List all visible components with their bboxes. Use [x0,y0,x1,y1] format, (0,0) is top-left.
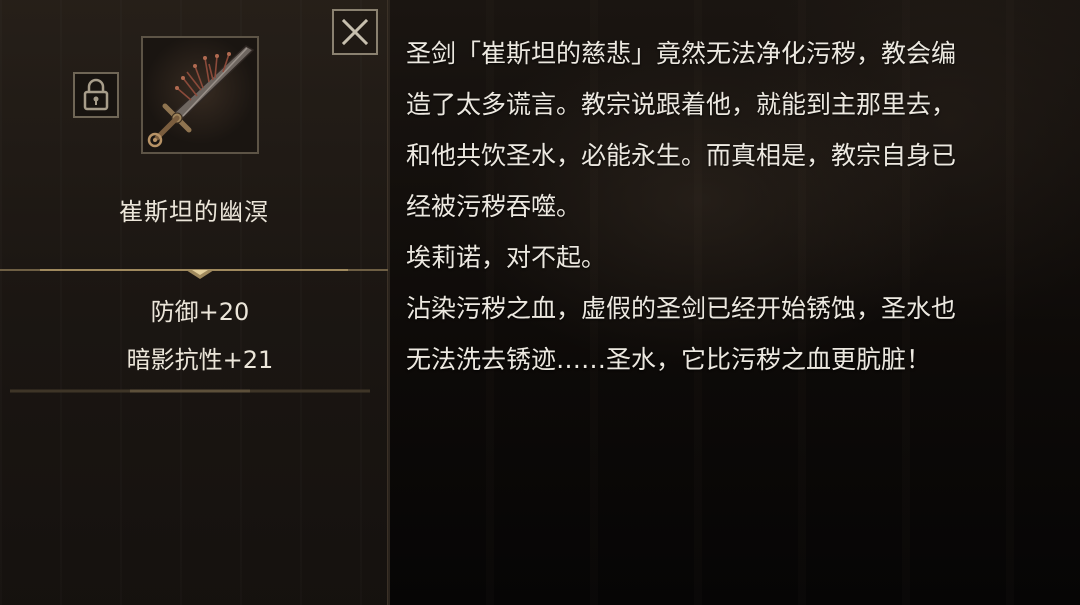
lore-line: 埃莉诺，对不起。 [406,243,607,272]
stats-divider [10,389,370,393]
lore-line: 无法洗去锈迹……圣水，它比污秽之血更肮脏！ [406,345,932,374]
lore-line: 沾染污秽之血，虚假的圣剑已经开始锈蚀，圣水也 [406,294,957,323]
stat-defense: 防御+20 [150,298,250,326]
item-icon-frame[interactable] [141,36,259,154]
lore-line: 经被污秽吞噬。 [406,192,582,221]
lore-line: 造了太多谎言。教宗说跟着他，就能到主那里去， [406,90,957,119]
ornament-divider [0,269,388,279]
item-name: 崔斯坦的幽溟 [119,198,269,226]
lore-line: 圣剑「崔斯坦的慈悲」竟然无法净化污秽，教会编 [406,39,957,68]
item-detail-panel: 崔斯坦的幽溟 防御+20 暗影抗性+21 [0,0,390,605]
lock-icon [83,78,109,111]
lore-text: 圣剑「崔斯坦的慈悲」竟然无法净化污秽，教会编 造了太多谎言。教宗说跟着他，就能到… [406,28,1066,385]
close-icon [341,18,369,46]
lore-line: 和他共饮圣水，必能永生。而真相是，教宗自身已 [406,141,957,170]
close-button[interactable] [332,9,378,55]
lock-button[interactable] [73,72,119,118]
stat-shadow-resistance: 暗影抗性+21 [126,346,274,374]
rusted-sword-icon [147,45,255,148]
